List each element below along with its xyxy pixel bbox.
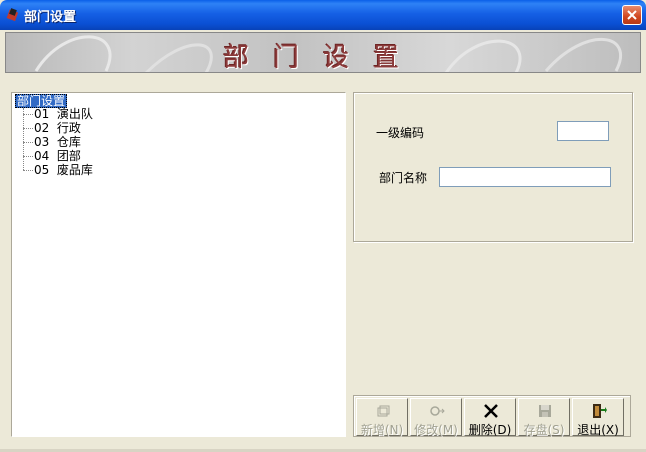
exit-door-icon [593, 404, 607, 418]
close-icon [627, 10, 637, 20]
tree-item[interactable]: 03 仓库 [23, 135, 81, 149]
tree-item-label: 03 仓库 [34, 135, 81, 149]
edit-icon [430, 406, 445, 416]
department-tree[interactable]: 部门设置 01 演出队 02 行政 03 仓库 04 团部 05 废品库 [11, 92, 346, 437]
level1-code-input[interactable] [557, 121, 609, 141]
delete-icon [484, 404, 498, 418]
exit-button[interactable]: 退出(X) [572, 398, 624, 437]
tree-item-label: 04 团部 [34, 149, 81, 163]
window-title: 部门设置 [24, 10, 77, 25]
tree-item-label: 02 行政 [34, 121, 81, 135]
edit-button[interactable]: 修改(M) [410, 398, 462, 437]
add-button[interactable]: 新增(N) [356, 398, 408, 437]
close-button[interactable] [622, 5, 642, 25]
level1-code-label: 一级编码 [376, 126, 425, 140]
tree-item[interactable]: 04 团部 [23, 149, 81, 163]
add-button-label: 新增(N) [360, 423, 404, 437]
delete-button-label: 删除(D) [468, 423, 512, 437]
dept-name-input[interactable] [439, 167, 611, 187]
exit-button-label: 退出(X) [577, 423, 619, 437]
delete-button[interactable]: 删除(D) [464, 398, 516, 437]
form-group: 一级编码 部门名称 [353, 92, 633, 242]
tree-item-label: 05 废品库 [34, 163, 93, 177]
save-icon [539, 405, 551, 417]
edit-button-label: 修改(M) [414, 423, 458, 437]
save-button[interactable]: 存盘(S) [518, 398, 570, 437]
tree-item-label: 01 演出队 [34, 107, 93, 121]
banner-title: 部门设置 [222, 43, 423, 73]
title-bar[interactable]: 部门设置 [0, 0, 646, 30]
tree-item[interactable]: 02 行政 [23, 121, 81, 135]
new-window-icon [377, 405, 390, 417]
save-button-label: 存盘(S) [523, 423, 565, 437]
app-icon [6, 8, 19, 22]
tree-root[interactable]: 部门设置 [15, 94, 68, 108]
tree-item[interactable]: 01 演出队 [23, 107, 93, 121]
toolbar: 新增(N) 修改(M) 删除(D) 存盘(S) 退出(X) [353, 395, 631, 437]
dept-name-label: 部门名称 [379, 171, 428, 185]
tree-item[interactable]: 05 废品库 [23, 163, 93, 177]
header-banner: 部门设置 [5, 32, 641, 73]
